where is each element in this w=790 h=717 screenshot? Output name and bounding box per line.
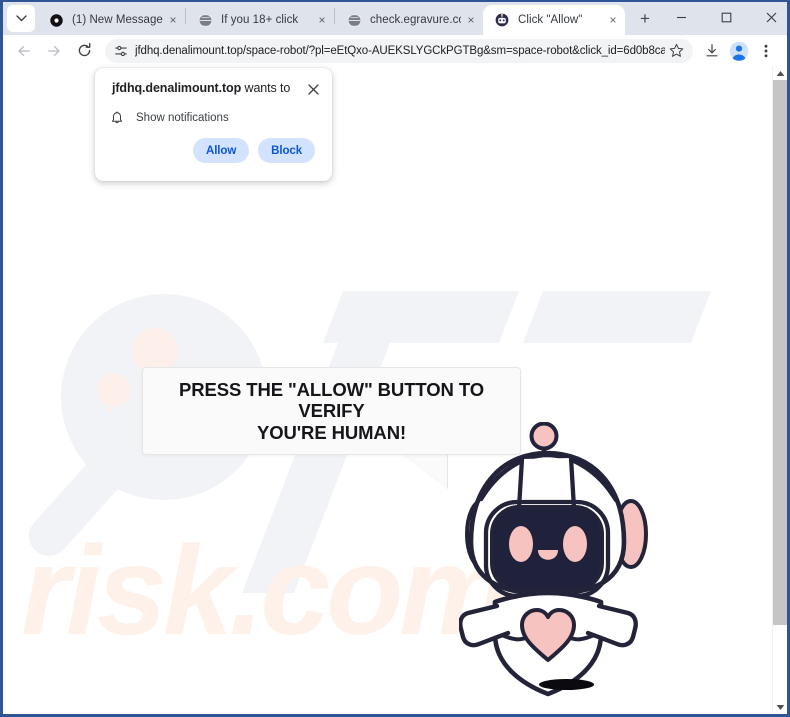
new-tab-button[interactable]: + [631, 5, 659, 33]
bubble-line-1: PRESS THE "ALLOW" BUTTON TO VERIFY [178, 378, 485, 422]
watermark-magnifier-handle [20, 449, 130, 565]
tab-close-icon[interactable]: × [165, 12, 181, 28]
permission-row: Show notifications [95, 98, 332, 125]
watermark-letter-c [523, 291, 711, 343]
scroll-down-arrow-icon[interactable] [773, 700, 787, 714]
tab-title: check.egravure.com/?6r [370, 14, 461, 26]
scrollbar-track[interactable] [773, 80, 787, 700]
tab-new-message[interactable]: (1) New Message! × [37, 5, 185, 35]
browser-toolbar: jfdhq.denalimount.top/space-robot/?pl=eE… [3, 35, 787, 66]
bell-icon [110, 110, 126, 125]
notification-permission-dialog: jfdhq.denalimount.top wants to Show noti… [95, 68, 332, 181]
tab-close-icon[interactable]: × [605, 12, 621, 28]
dialog-header: jfdhq.denalimount.top wants to [95, 68, 332, 98]
tab-search-button[interactable] [7, 5, 35, 32]
dialog-wants-to: wants to [241, 81, 291, 95]
tab-title: Click "Allow" [518, 14, 583, 26]
robot-shadow [539, 679, 594, 690]
permission-label: Show notifications [136, 111, 229, 124]
dialog-title: jfdhq.denalimount.top wants to [112, 81, 304, 96]
tune-icon[interactable] [114, 44, 128, 58]
star-icon[interactable] [665, 40, 687, 62]
back-arrow-icon [18, 45, 30, 56]
tab-click-allow[interactable]: Click "Allow" × [483, 5, 625, 35]
scrollbar-thumb[interactable] [773, 80, 787, 625]
dialog-close-button[interactable] [304, 80, 322, 98]
watermark-text: risk.com [21, 520, 511, 661]
tab-title: (1) New Message! [72, 14, 163, 26]
robot-icon [494, 12, 510, 28]
tab-close-icon[interactable]: × [463, 12, 479, 28]
tab-close-icon[interactable]: × [314, 12, 330, 28]
close-window-button[interactable] [749, 2, 787, 32]
browser-chrome: (1) New Message! × If you 18+ click × ch… [3, 2, 787, 714]
tab-if-you-18-click[interactable]: If you 18+ click × [186, 5, 334, 35]
dark-circle-icon [48, 12, 64, 28]
speech-bubble-tail [402, 454, 447, 488]
address-bar[interactable]: jfdhq.denalimount.top/space-robot/?pl=eE… [105, 38, 693, 63]
maximize-icon [721, 12, 732, 22]
globe-icon [346, 12, 362, 28]
block-button[interactable]: Block [258, 138, 315, 163]
page-scrollbar[interactable] [772, 66, 787, 714]
watermark-dot [108, 408, 113, 413]
browser-window: (1) New Message! × If you 18+ click × ch… [0, 0, 790, 717]
reload-button[interactable] [69, 37, 99, 65]
globe-icon [197, 12, 213, 28]
watermark-letter-p-bowl [323, 291, 519, 343]
chevron-down-icon [15, 15, 27, 22]
reload-icon [78, 43, 90, 57]
forward-arrow-icon [48, 45, 60, 56]
tab-check-egravure[interactable]: check.egravure.com/?6r × [335, 5, 483, 35]
dialog-actions: Allow Block [95, 125, 332, 163]
download-icon[interactable] [698, 37, 725, 64]
three-dot-menu-icon[interactable] [752, 37, 779, 64]
close-icon [766, 12, 777, 22]
minimize-icon [677, 16, 686, 18]
window-controls [659, 2, 787, 35]
url-text: jfdhq.denalimount.top/space-robot/?pl=eE… [135, 44, 665, 57]
maximize-button[interactable] [704, 2, 749, 32]
forward-button[interactable] [39, 37, 69, 65]
bubble-line-2: YOU'RE HUMAN! [256, 421, 407, 443]
tab-strip: (1) New Message! × If you 18+ click × ch… [3, 2, 787, 35]
scroll-up-arrow-icon[interactable] [773, 66, 787, 80]
space-robot-mascot [458, 421, 671, 698]
back-button[interactable] [9, 37, 39, 65]
minimize-button[interactable] [659, 2, 704, 32]
watermark-dot [97, 373, 131, 407]
tab-title: If you 18+ click [221, 14, 299, 26]
profile-avatar-icon[interactable] [725, 37, 752, 64]
allow-button[interactable]: Allow [193, 138, 250, 163]
dialog-origin: jfdhq.denalimount.top [112, 81, 242, 95]
close-icon [307, 83, 319, 95]
